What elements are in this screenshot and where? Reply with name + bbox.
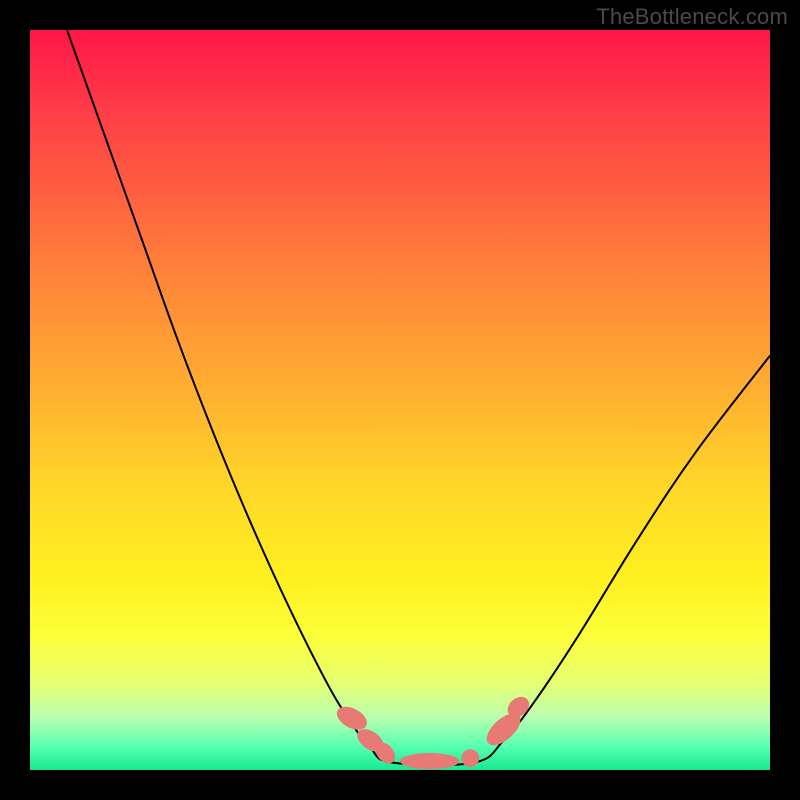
bottleneck-curve (67, 30, 770, 765)
plot-area (30, 30, 770, 770)
bead-5 (459, 747, 481, 769)
bead-4 (400, 753, 459, 769)
plot-svg (30, 30, 770, 770)
chart-frame: TheBottleneck.com (0, 0, 800, 800)
attribution-text: TheBottleneck.com (596, 4, 788, 30)
